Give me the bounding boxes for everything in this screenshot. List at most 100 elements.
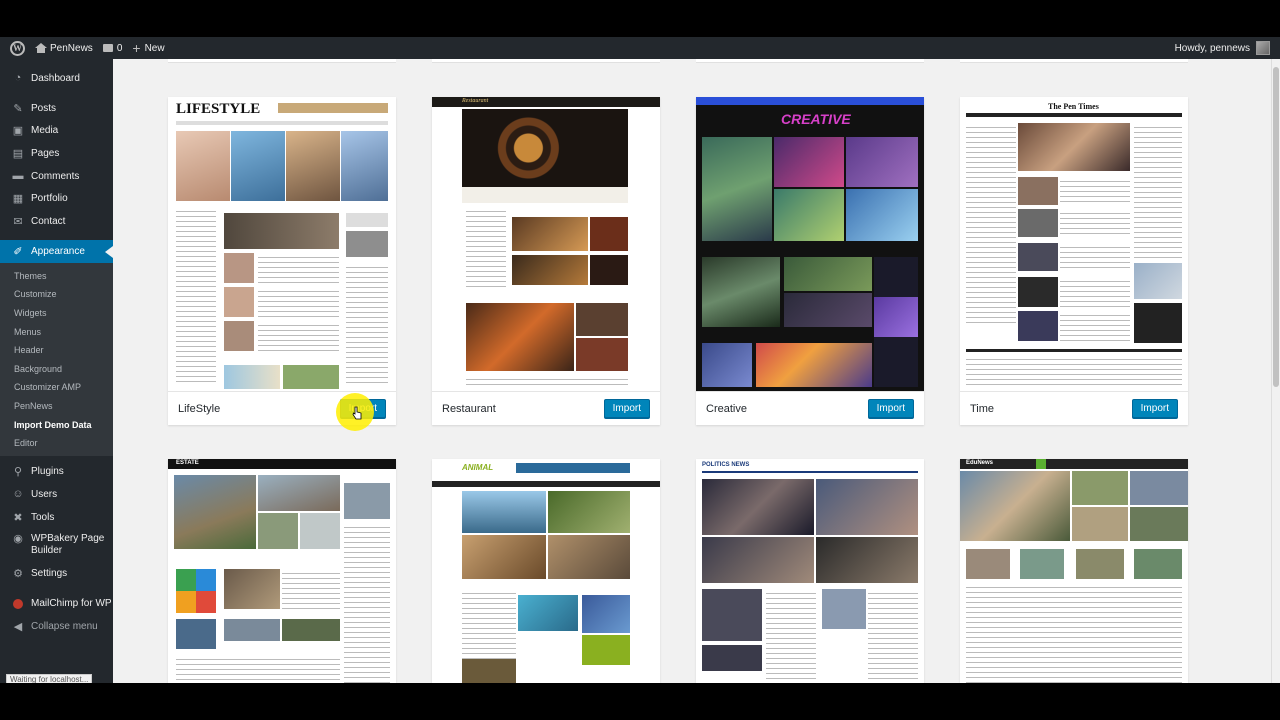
demo-thumbnail[interactable]: EduNews [960, 459, 1188, 683]
menu-settings[interactable]: ⚙ Settings [0, 563, 113, 586]
menu-label: Collapse menu [31, 620, 98, 632]
submenu-header[interactable]: Header [0, 341, 113, 360]
menu-tools[interactable]: ✖ Tools [0, 506, 113, 529]
demo-name: Restaurant [442, 402, 496, 415]
menu-label: Users [31, 488, 58, 500]
demo-card-politics-news: POLITICS NEWS [696, 459, 924, 683]
letterbox-top [0, 0, 1280, 37]
previous-row-card [696, 59, 924, 63]
tools-icon: ✖ [13, 511, 23, 524]
demo-name: Creative [706, 402, 747, 415]
comments-menu[interactable]: 0 [102, 37, 123, 59]
menu-comments[interactable]: ▬ Comments [0, 165, 113, 188]
demo-card-creative: CREATIVE Creative Import [696, 97, 924, 425]
submenu-themes[interactable]: Themes [0, 267, 113, 286]
users-icon: ☺ [12, 488, 24, 501]
comment-icon [102, 44, 113, 52]
menu-label: Contact [31, 215, 66, 227]
main-content: LIFESTYLE LifeStyle Import [113, 59, 1280, 683]
demo-name: LifeStyle [178, 402, 221, 415]
demo-logo: ANIMAL [462, 463, 494, 472]
wpbakery-icon: ◉ [13, 532, 23, 545]
menu-media[interactable]: ▣ Media [0, 119, 113, 142]
demo-thumbnail[interactable]: POLITICS NEWS [696, 459, 924, 683]
submenu-customize[interactable]: Customize [0, 285, 113, 304]
menu-label: Posts [31, 102, 57, 114]
menu-label: Media [31, 125, 59, 137]
menu-dashboard[interactable]: ◔ Dashboard [0, 67, 113, 90]
demo-thumbnail[interactable]: LIFESTYLE [168, 97, 396, 391]
comments-count: 0 [116, 42, 123, 54]
menu-label: WPBakery Page Builder [31, 532, 105, 556]
menu-label: Dashboard [31, 72, 80, 84]
demo-thumbnail[interactable]: CREATIVE [696, 97, 924, 391]
menu-label: Appearance [31, 245, 85, 257]
wp-logo-menu[interactable]: W [10, 37, 25, 59]
menu-appearance[interactable]: ✐ Appearance [0, 239, 113, 263]
menu-posts[interactable]: ✎ Posts [0, 97, 113, 120]
import-button[interactable]: Import [603, 399, 650, 418]
demo-logo: EduNews [966, 460, 994, 466]
brush-icon: ✐ [13, 245, 23, 258]
demo-thumbnail[interactable]: The Pen Times [960, 97, 1188, 391]
demo-thumbnail[interactable]: ESTATE [168, 459, 396, 683]
new-label: New [144, 42, 165, 54]
demo-card-estate: ESTATE [168, 459, 396, 683]
submenu-import-demo-data[interactable]: Import Demo Data [0, 415, 113, 434]
plus-icon: + [132, 40, 141, 56]
demo-card-edunews: EduNews [960, 459, 1188, 683]
menu-plugins[interactable]: ⚲ Plugins [0, 460, 113, 483]
menu-label: Settings [31, 568, 68, 580]
admin-sidebar: ◔ Dashboard ✎ Posts ▣ Media ▤ Pages ▬ Co… [0, 59, 113, 683]
site-name-menu[interactable]: PenNews [35, 37, 93, 59]
pin-icon: ✎ [13, 102, 23, 115]
account-menu[interactable]: Howdy, pennews [1175, 41, 1270, 55]
submenu-pennews[interactable]: PenNews [0, 397, 113, 416]
plugin-icon: ⚲ [13, 466, 23, 479]
scrollbar[interactable] [1271, 59, 1280, 683]
demo-card-lifestyle: LIFESTYLE LifeStyle Import [168, 97, 396, 425]
demo-card-restaurant: Restaurant Restaurant Import [432, 97, 660, 425]
submenu-menus[interactable]: Menus [0, 322, 113, 341]
scrollbar-thumb[interactable] [1273, 67, 1279, 387]
submenu-customizer-amp[interactable]: Customizer AMP [0, 378, 113, 397]
demo-logo: CREATIVE [781, 111, 851, 127]
menu-label: MailChimp for WP [31, 598, 112, 610]
menu-contact[interactable]: ✉ Contact [0, 210, 113, 233]
demo-card-footer: Restaurant Import [432, 391, 660, 425]
pages-icon: ▤ [12, 147, 24, 160]
admin-bar: W PenNews 0 + New Howdy, pennews [0, 37, 1280, 59]
submenu-editor[interactable]: Editor [0, 434, 113, 453]
previous-row-card [168, 59, 396, 63]
import-button[interactable]: Import [867, 399, 914, 418]
demo-thumbnail[interactable]: ANIMAL [432, 459, 660, 683]
submenu-background[interactable]: Background [0, 359, 113, 378]
portfolio-icon: ▦ [12, 193, 24, 206]
demo-name: Time [970, 402, 995, 415]
demo-card-footer: Time Import [960, 391, 1188, 425]
menu-label: Comments [31, 170, 80, 182]
menu-collapse[interactable]: ◀ Collapse menu [0, 615, 113, 638]
demo-card-animal: ANIMAL [432, 459, 660, 683]
letterbox-bottom [0, 683, 1280, 720]
menu-mailchimp[interactable]: MailChimp for WP [0, 592, 113, 615]
menu-portfolio[interactable]: ▦ Portfolio [0, 187, 113, 210]
wordpress-logo-icon: W [10, 40, 25, 56]
menu-users[interactable]: ☺ Users [0, 483, 113, 506]
previous-row-card [432, 59, 660, 63]
dashboard-icon: ◔ [14, 72, 22, 85]
submenu-widgets[interactable]: Widgets [0, 304, 113, 323]
home-icon [35, 43, 47, 53]
import-button[interactable]: Import [1131, 399, 1178, 418]
menu-pages[interactable]: ▤ Pages [0, 142, 113, 165]
menu-wpbakery[interactable]: ◉ WPBakery Page Builder [0, 529, 113, 563]
site-name: PenNews [50, 42, 93, 54]
hand-cursor-icon [352, 406, 362, 420]
demo-logo: LIFESTYLE [176, 101, 261, 117]
new-content-menu[interactable]: + New [132, 37, 164, 59]
demo-thumbnail[interactable]: Restaurant [432, 97, 660, 391]
appearance-submenu: Themes Customize Widgets Menus Header Ba… [0, 262, 113, 457]
mailchimp-icon [12, 598, 24, 610]
demo-logo: ESTATE [176, 460, 199, 466]
demo-logo: Restaurant [462, 98, 489, 104]
